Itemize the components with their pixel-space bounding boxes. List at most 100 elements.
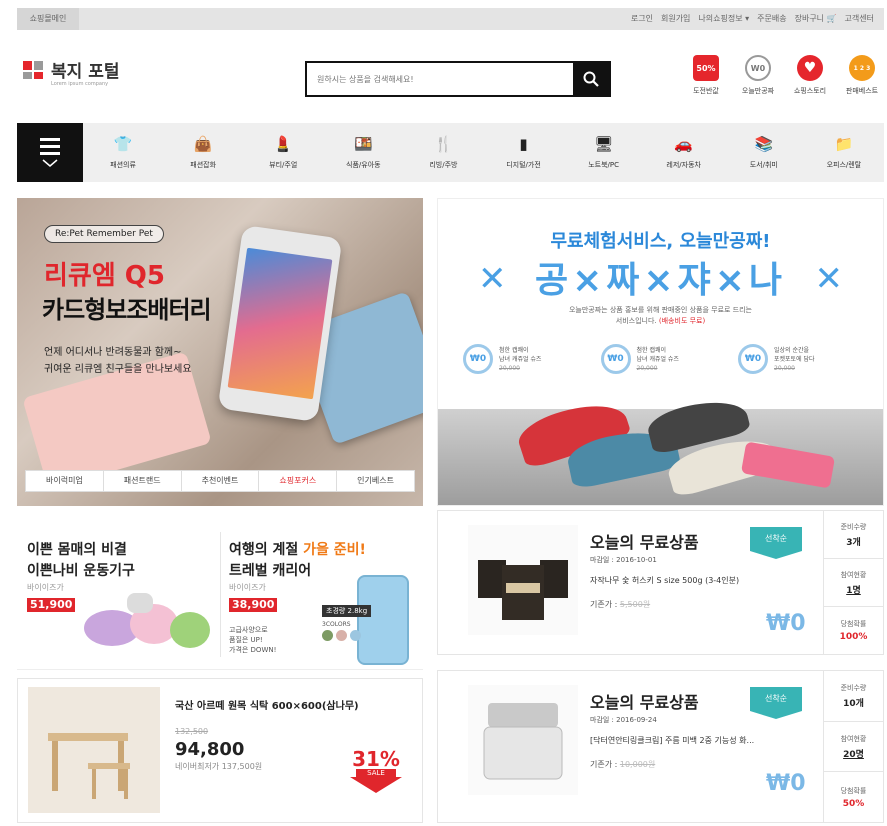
top-utility-bar: 쇼핑몰메인 로그인 회원가입 나의쇼핑정보 ▾ 주문배송 장바구니 🛒 고객센터 [17, 8, 884, 30]
banner-tab[interactable]: 바이럭미업 [26, 471, 104, 491]
banner-description: 언제 어디서나 반려동물과 함께~ 귀여운 리큐엠 친구들을 만나보세요 [44, 344, 254, 378]
category-label: 도서/취미 [749, 160, 778, 169]
desc-line: 가격은 DOWN! [229, 646, 277, 654]
product-title: 국산 아르떼 원목 식탁 600×600(삼나무) [175, 701, 359, 712]
quick-shopping-story[interactable]: ♥ 쇼핑스토리 [788, 55, 832, 96]
banner-tab[interactable]: 인기베스트 [337, 471, 414, 491]
item-name: 포켓포토에 담다 [774, 355, 815, 363]
half-price-icon: 50% [693, 55, 719, 81]
participants-link[interactable]: 20명 [824, 747, 883, 760]
price-label: 기존가 : [590, 600, 620, 609]
item-price: 20,000 [499, 364, 520, 372]
quick-links: 50% 도전반값 W0 오늘만공짜 ♥ 쇼핑스토리 1 2 3 판매베스트 [684, 55, 884, 96]
category-notebook-pc[interactable]: 🖥 노트북/PC [564, 123, 644, 182]
banner-tabs: 바이럭미업 패션트랜드 추천이벤트 쇼핑포커스 인기베스트 [25, 470, 415, 492]
quick-free-today[interactable]: W0 오늘만공짜 [736, 55, 780, 96]
won-zero-icon: ₩0 [463, 344, 493, 374]
desc-line: 품질은 UP! [229, 636, 263, 644]
free-banner-headline: 공×짜×쟈×나 [535, 260, 786, 301]
stat-label: 당첨확률 [840, 786, 867, 795]
signup-link[interactable]: 회원가입 [661, 8, 690, 30]
logo[interactable]: 복지 포털 [23, 57, 119, 82]
free-stats: 준비수량 10개 참여현황 20명 당첨확률 50% [823, 671, 883, 822]
item-name: 남녀 캐쥬얼 슈즈 [636, 355, 679, 363]
stat-label: 참여현황 [840, 734, 867, 743]
category-nav: 👕 패션의류 👜 패션잡화 💄 뷰티/주얼 🍱 식품/유아동 🍴 리빙/주방 ▮ 디지털/가… [17, 123, 884, 182]
promo-carrier-desc: 고급사양으로 품질은 UP! 가격은 DOWN! [229, 625, 276, 655]
category-label: 패션잡화 [190, 160, 217, 169]
category-label: 디지털/가전 [506, 160, 541, 169]
stat-label: 준비수량 [840, 683, 867, 692]
free-product-card[interactable]: 오늘의 무료상품 선착순 마감일 : 2016-09-24 [닥터연안티링클크림… [437, 670, 884, 823]
category-label: 오피스/렌탈 [826, 160, 862, 169]
promo-carrier[interactable]: 여행의 계절 가을 준비! 트레벌 캐리어 바이이즈가 38,900 [229, 540, 366, 615]
main-link[interactable]: 쇼핑몰메인 [17, 8, 79, 30]
car-icon: 🚗 [674, 135, 694, 153]
folder-icon: 📁 [834, 135, 854, 153]
promo-price: 51,900 [27, 598, 76, 612]
free-service-banner[interactable]: 무료체험서비스, 오늘만공짜! ✕ ✕ 공×짜×쟈×나 오늘만공짜는 상품 홍보… [437, 198, 884, 506]
item-price: 20,000 [774, 364, 795, 372]
header: 복지 포털 Lorem ipsum company 50% 도전반값 W0 오늘… [17, 45, 884, 105]
item-name: 첨한 캡쾌이 [499, 346, 529, 354]
cart-link[interactable]: 장바구니 🛒 [795, 8, 837, 30]
fitness-roller-image [84, 593, 210, 648]
free-item[interactable]: ₩0 첨한 캡쾌이 남녀 캐쥬얼 슈즈 20,000 [600, 344, 726, 374]
free-shipping-note: (배송비도 무료) [658, 317, 706, 325]
category-label: 노트북/PC [588, 160, 619, 169]
food-icon: 🍱 [353, 135, 373, 153]
cream-jar-image [468, 685, 578, 795]
won-zero-icon: ₩0 [600, 344, 631, 374]
category-leisure-car[interactable]: 🚗 레저/자동차 [644, 123, 724, 182]
category-label: 뷰티/주얼 [269, 160, 298, 169]
category-fashion-clothing[interactable]: 👕 패션의류 [83, 123, 163, 182]
my-shopping-link[interactable]: 나의쇼핑정보 ▾ [698, 8, 749, 30]
chevron-down-icon [42, 159, 58, 167]
logo-icon [23, 59, 45, 81]
wood-table-image [28, 687, 160, 813]
category-office-rental[interactable]: 📁 오피스/렌탈 [804, 123, 884, 182]
category-food-kids[interactable]: 🍱 식품/유아동 [323, 123, 403, 182]
search-icon [583, 71, 599, 87]
participants-link[interactable]: 1명 [824, 583, 883, 596]
category-beauty[interactable]: 💄 뷰티/주얼 [243, 123, 323, 182]
category-digital[interactable]: ▮ 디지털/가전 [483, 123, 563, 182]
product-name: 자작나무 숯 허스키 S size 500g (3-4인분) [590, 576, 740, 585]
quick-half-price[interactable]: 50% 도전반값 [684, 55, 728, 96]
stat-value: 50% [842, 798, 865, 809]
banner-tab[interactable]: 추천이벤트 [182, 471, 260, 491]
main-banner-battery[interactable]: Re:Pet Remember Pet 리큐엠 Q5 카드형보조배터리 언제 어… [17, 198, 423, 506]
category-living-kitchen[interactable]: 🍴 리빙/주방 [403, 123, 483, 182]
order-delivery-link[interactable]: 주문배송 [757, 8, 786, 30]
free-item[interactable]: ₩0 일상의 순간을 포켓포토에 담다 20,000 [738, 344, 863, 374]
promo-table[interactable]: 국산 아르떼 원목 식탁 600×600(삼나무) 132,500 94,800… [17, 678, 423, 823]
shoes-image [498, 389, 836, 499]
free-item[interactable]: ₩0 첨한 캡쾌이 남녀 캐쥬얼 슈즈 20,000 [463, 344, 588, 374]
menu-button[interactable] [17, 123, 83, 182]
stat-value: 3개 [846, 537, 861, 548]
banner-desc-line: 귀여운 리큐엠 친구들을 만나보세요 [44, 364, 192, 375]
free-banner-description: 오늘만공짜는 상품 홍보를 위해 판매중인 상품을 무료로 드리는 서비스입니다… [438, 305, 883, 327]
old-price: 132,500 [175, 727, 209, 736]
free-product-card[interactable]: 오늘의 무료상품 선착순 마감일 : 2016-10-01 자작나무 숯 허스키… [437, 510, 884, 655]
login-link[interactable]: 로그인 [631, 8, 653, 30]
category-fashion-goods[interactable]: 👜 패션잡화 [163, 123, 243, 182]
product-name: [닥터연안티링클크림] 주름 미백 2중 기능성 화... [590, 736, 755, 745]
search-button[interactable] [573, 63, 609, 95]
book-icon: 📚 [754, 135, 774, 153]
deadline: 마감일 : 2016-10-01 [590, 556, 657, 564]
promo-title: 이쁜나비 운동기구 [27, 563, 135, 579]
colors-label: 3COLORS [322, 621, 351, 628]
stat-value: 100% [839, 632, 868, 642]
quick-best-seller[interactable]: 1 2 3 판매베스트 [840, 55, 884, 96]
item-name: 일상의 순간을 [774, 346, 810, 354]
category-books-hobby[interactable]: 📚 도서/취미 [724, 123, 804, 182]
customer-center-link[interactable]: 고객센터 [845, 8, 874, 30]
promo-price: 38,900 [229, 598, 278, 612]
search-input[interactable] [307, 63, 573, 95]
banner-tab-active[interactable]: 쇼핑포커스 [259, 471, 338, 491]
free-title: 오늘의 무료상품 [590, 533, 699, 552]
cosmetics-icon: 💄 [273, 135, 293, 153]
banner-title: 리큐엠 Q5 [44, 261, 166, 291]
banner-tab[interactable]: 패션트랜드 [104, 471, 182, 491]
